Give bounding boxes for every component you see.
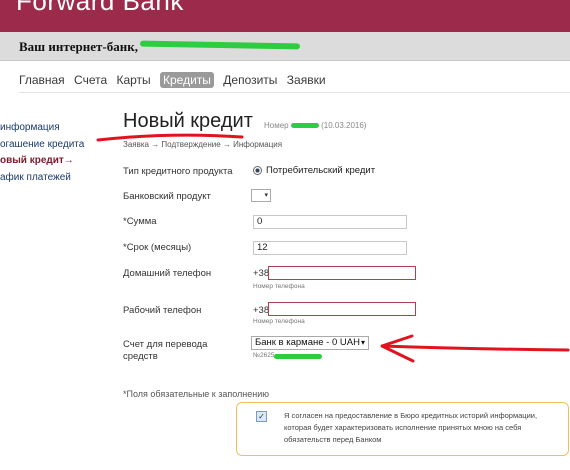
annotation-overlay bbox=[96, 133, 570, 363]
arrow-annotation bbox=[380, 334, 570, 363]
title-underline-annotation bbox=[96, 133, 244, 142]
